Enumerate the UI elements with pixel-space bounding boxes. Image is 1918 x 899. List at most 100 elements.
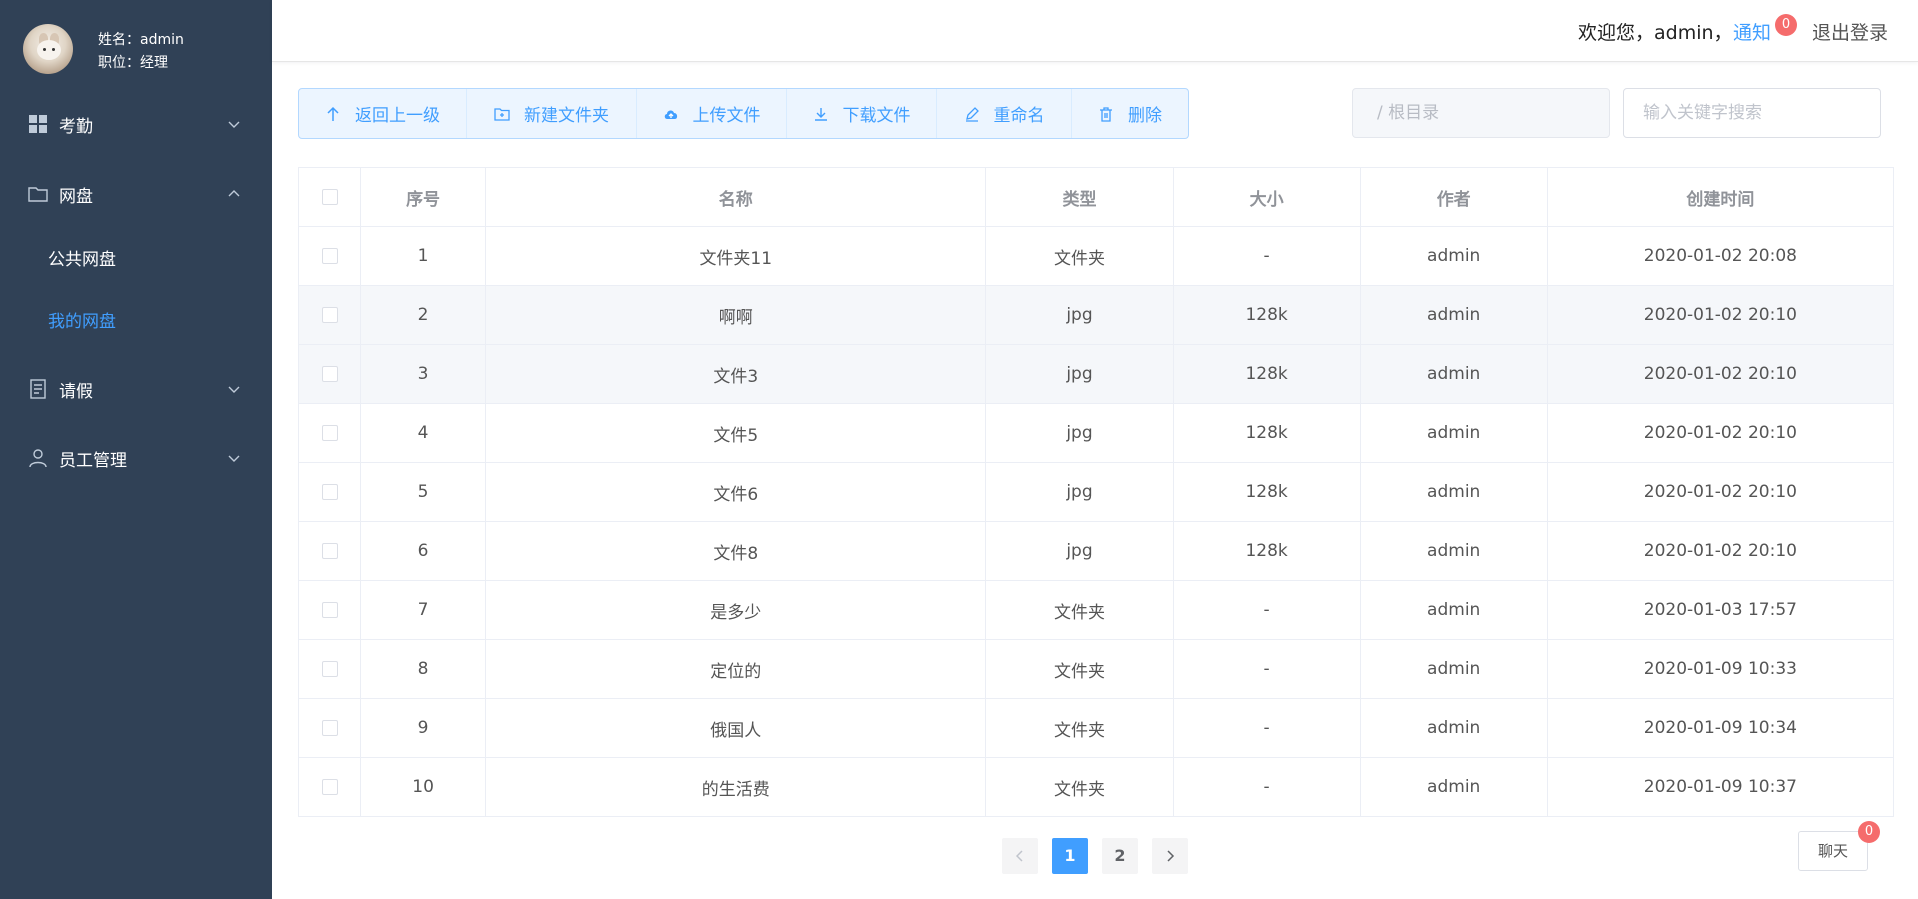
header-name: 名称 (485, 167, 987, 227)
chevron-down-icon (228, 455, 240, 462)
row-checkbox[interactable] (321, 248, 338, 264)
row-checkbox[interactable] (321, 425, 338, 441)
toolbar-label: 下载文件 (842, 106, 911, 126)
row-select-cell (297, 403, 362, 463)
row-select-cell (297, 226, 362, 286)
cell-size: 128k (1172, 403, 1361, 463)
select-all-checkbox[interactable] (321, 189, 338, 205)
cell-index: 6 (360, 521, 487, 581)
cell-name[interactable]: 文件夹11 (485, 226, 987, 286)
delete-button[interactable]: 删除 (1072, 89, 1188, 138)
table-row[interactable]: 2 啊啊 jpg 128k admin 2020-01-02 20:10 (297, 285, 1895, 345)
table-row[interactable]: 5 文件6 jpg 128k admin 2020-01-02 20:10 (297, 462, 1895, 522)
download-button[interactable]: 下载文件 (787, 89, 937, 138)
chevron-up-icon (228, 190, 240, 197)
user-info: 姓名：admin 职位：经理 (0, 0, 272, 100)
page-1-button[interactable]: 1 (1052, 838, 1088, 874)
cell-name[interactable]: 定位的 (485, 639, 987, 699)
cell-created: 2020-01-02 20:10 (1546, 462, 1895, 522)
table-header-row: 序号 名称 类型 大小 作者 创建时间 (297, 167, 1895, 227)
search-input[interactable] (1623, 88, 1881, 138)
menu-label: 网盘 (59, 186, 93, 207)
row-checkbox[interactable] (321, 602, 338, 618)
row-select-cell (297, 580, 362, 640)
cell-created: 2020-01-02 20:10 (1546, 521, 1895, 581)
cell-index: 9 (360, 698, 487, 758)
cell-name[interactable]: 文件3 (485, 344, 987, 404)
row-checkbox[interactable] (321, 661, 338, 677)
cell-name[interactable]: 文件8 (485, 521, 987, 581)
cell-size: - (1172, 580, 1361, 640)
menu-item-attendance[interactable]: 考勤 (0, 96, 272, 152)
logout-button[interactable]: 退出登录 (1812, 18, 1888, 45)
cell-name[interactable]: 文件5 (485, 403, 987, 463)
cell-type: jpg (985, 344, 1174, 404)
table-row[interactable]: 4 文件5 jpg 128k admin 2020-01-02 20:10 (297, 403, 1895, 463)
row-checkbox[interactable] (321, 543, 338, 559)
header-created: 创建时间 (1546, 167, 1895, 227)
menu-item-staff[interactable]: 员工管理 (0, 430, 272, 486)
download-icon (814, 107, 827, 121)
folder-add-icon (494, 107, 510, 121)
table-row[interactable]: 3 文件3 jpg 128k admin 2020-01-02 20:10 (297, 344, 1895, 404)
cell-author: admin (1359, 285, 1548, 345)
cell-name[interactable]: 的生活费 (485, 757, 987, 817)
cell-index: 5 (360, 462, 487, 522)
cell-index: 4 (360, 403, 487, 463)
header-index: 序号 (360, 167, 487, 227)
cell-size: - (1172, 757, 1361, 817)
cell-name[interactable]: 啊啊 (485, 285, 987, 345)
cell-created: 2020-01-09 10:37 (1546, 757, 1895, 817)
menu-label: 考勤 (59, 116, 93, 137)
header-type: 类型 (985, 167, 1174, 227)
notice-link[interactable]: 通知 (1733, 18, 1771, 45)
cell-created: 2020-01-09 10:34 (1546, 698, 1895, 758)
sidebar: 姓名：admin 职位：经理 考勤 网盘 公共网盘 我的网盘 请假 员工管理 (0, 0, 272, 899)
table-row[interactable]: 10 的生活费 文件夹 - admin 2020-01-09 10:37 (297, 757, 1895, 817)
cell-author: admin (1359, 639, 1548, 699)
chevron-down-icon (228, 386, 240, 393)
next-page-button[interactable] (1152, 838, 1188, 874)
row-select-cell (297, 521, 362, 581)
menu-item-netdisk[interactable]: 网盘 (0, 166, 272, 222)
table-row[interactable]: 6 文件8 jpg 128k admin 2020-01-02 20:10 (297, 521, 1895, 581)
toolbar-label: 上传文件 (692, 106, 761, 126)
sub-item-label: 我的网盘 (48, 311, 116, 332)
new-folder-button[interactable]: 新建文件夹 (467, 89, 637, 138)
cell-type: jpg (985, 285, 1174, 345)
rename-button[interactable]: 重命名 (937, 89, 1072, 138)
upload-button[interactable]: 上传文件 (637, 89, 787, 138)
cell-created: 2020-01-09 10:33 (1546, 639, 1895, 699)
file-table: 序号 名称 类型 大小 作者 创建时间 1 文件夹11 文件夹 - admin 2020-… (297, 167, 1895, 817)
cell-name[interactable]: 文件6 (485, 462, 987, 522)
toolbar-label: 重命名 (993, 106, 1045, 126)
page-2-button[interactable]: 2 (1102, 838, 1138, 874)
avatar[interactable] (23, 24, 73, 74)
cell-name[interactable]: 俄国人 (485, 698, 987, 758)
person-icon (29, 449, 47, 468)
sidebar-item-my-disk[interactable]: 我的网盘 (0, 291, 272, 347)
row-checkbox[interactable] (321, 307, 338, 323)
prev-page-button[interactable] (1002, 838, 1038, 874)
cell-author: admin (1359, 403, 1548, 463)
back-button[interactable]: 返回上一级 (299, 89, 467, 138)
row-select-cell (297, 698, 362, 758)
cell-type: jpg (985, 403, 1174, 463)
table-row[interactable]: 9 俄国人 文件夹 - admin 2020-01-09 10:34 (297, 698, 1895, 758)
row-checkbox[interactable] (321, 720, 338, 736)
row-checkbox[interactable] (321, 366, 338, 382)
sidebar-item-public-disk[interactable]: 公共网盘 (0, 229, 272, 285)
table-row[interactable]: 8 定位的 文件夹 - admin 2020-01-09 10:33 (297, 639, 1895, 699)
menu-item-leave[interactable]: 请假 (0, 361, 272, 417)
toolbar-label: 删除 (1128, 106, 1162, 126)
cell-index: 2 (360, 285, 487, 345)
cell-type: 文件夹 (985, 226, 1174, 286)
table-row[interactable]: 1 文件夹11 文件夹 - admin 2020-01-02 20:08 (297, 226, 1895, 286)
user-role: 职位：经理 (98, 55, 168, 71)
row-checkbox[interactable] (321, 484, 338, 500)
chat-button[interactable]: 聊天 (1798, 831, 1868, 871)
row-checkbox[interactable] (321, 779, 338, 795)
cell-name[interactable]: 是多少 (485, 580, 987, 640)
table-row[interactable]: 7 是多少 文件夹 - admin 2020-01-03 17:57 (297, 580, 1895, 640)
cell-type: 文件夹 (985, 639, 1174, 699)
